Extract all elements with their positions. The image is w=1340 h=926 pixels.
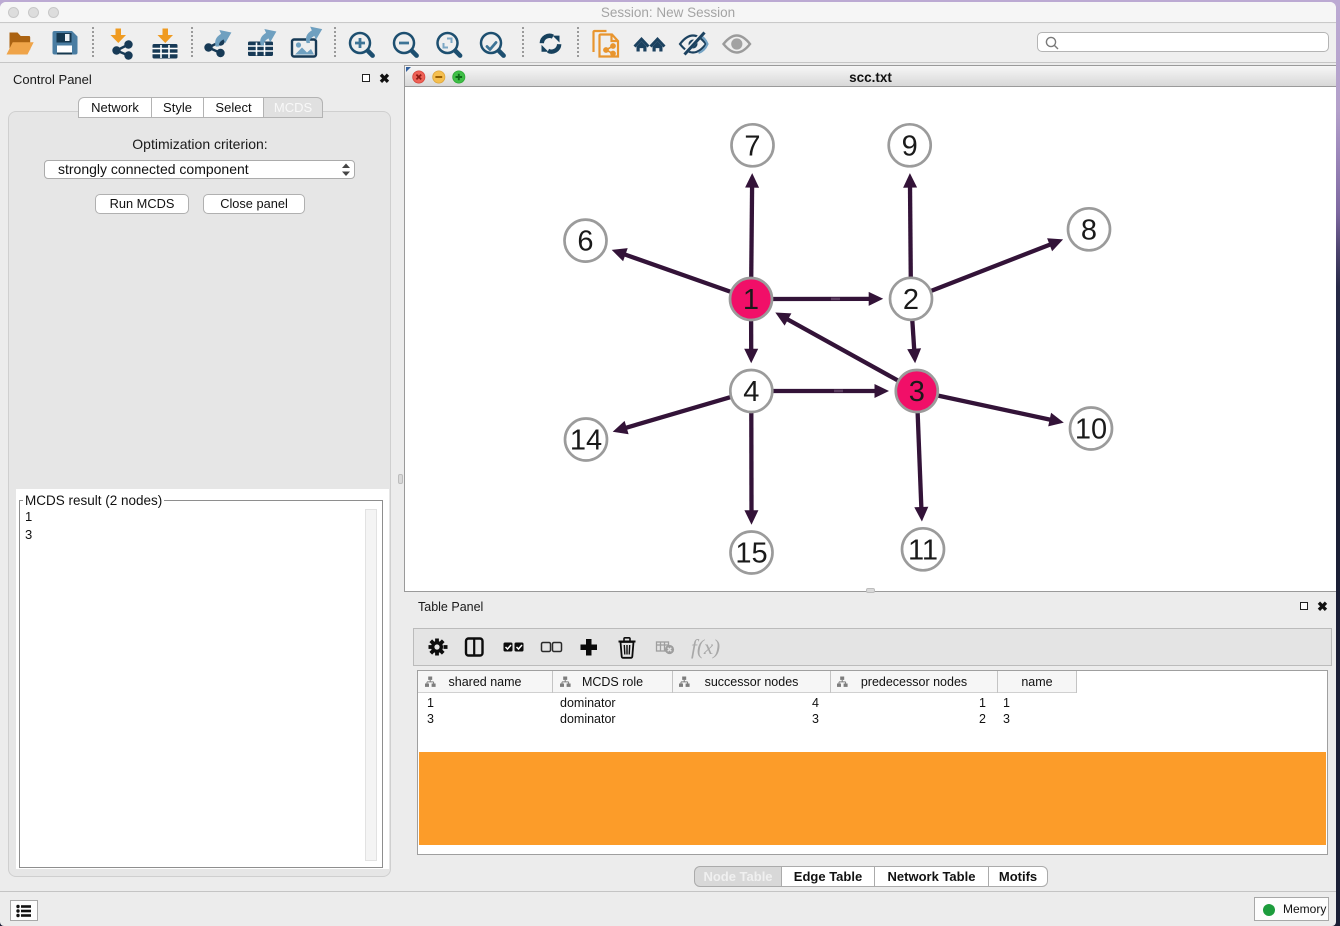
svg-text:8: 8 [1080, 214, 1096, 246]
svg-text:11: 11 [907, 534, 937, 566]
svg-text:4: 4 [743, 376, 759, 408]
svg-text:3: 3 [908, 376, 924, 408]
svg-text:2: 2 [902, 283, 918, 315]
svg-text:15: 15 [735, 537, 767, 569]
svg-text:6: 6 [577, 225, 593, 257]
svg-text:14: 14 [569, 424, 601, 456]
svg-text:9: 9 [901, 130, 917, 162]
svg-text:7: 7 [744, 130, 760, 162]
svg-text:10: 10 [1074, 413, 1106, 445]
svg-text:1: 1 [742, 284, 758, 316]
svg-text:f(x): f(x) [691, 635, 720, 659]
